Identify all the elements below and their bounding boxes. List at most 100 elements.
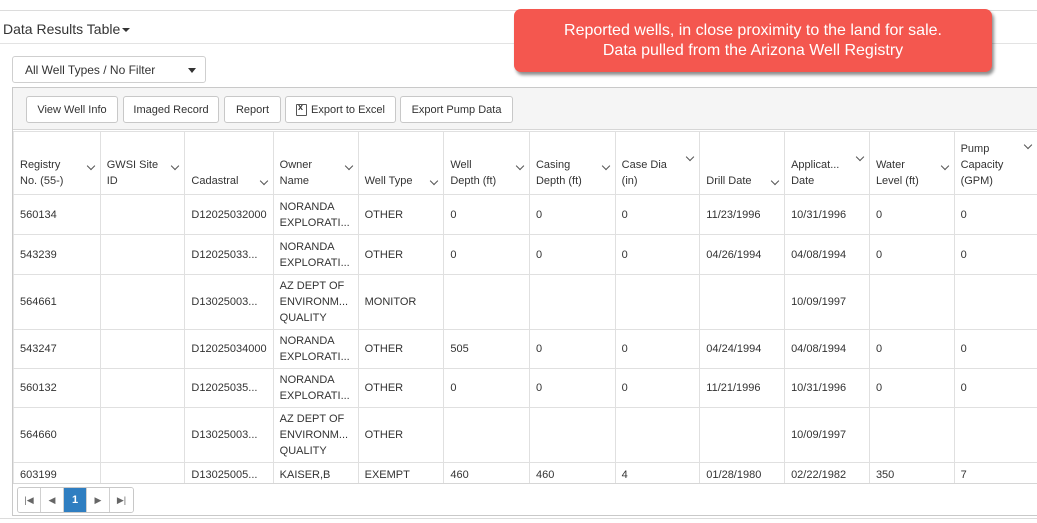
cell-well-type: MONITOR: [357, 274, 445, 330]
last-page-icon[interactable]: ▶|: [110, 488, 133, 512]
cell-well-type: OTHER: [357, 407, 445, 463]
col-header-cadastral[interactable]: Cadastral: [184, 131, 274, 195]
cell-registry: 560132: [13, 368, 101, 408]
pagination: |◀ ◀ 1 ▶ ▶|: [17, 487, 134, 513]
col-header-well-depth[interactable]: Well Depth (ft): [443, 131, 530, 195]
cell-owner-name: NORANDA EXPLORATI...: [272, 194, 359, 235]
header-text: Level (ft): [875, 175, 919, 187]
cell-well-type: OTHER: [357, 234, 445, 275]
well-type-filter-select[interactable]: All Well Types / No Filter: [12, 56, 206, 83]
next-page-icon[interactable]: ▶: [87, 488, 110, 512]
cell-drill-date: 11/23/1996: [699, 194, 786, 235]
export-pump-data-button[interactable]: Export Pump Data: [400, 96, 513, 123]
cell-case-dia: 0: [614, 368, 701, 408]
col-header-application-date[interactable]: Applicat... Date: [784, 131, 870, 195]
col-header-casing-depth[interactable]: Casing Depth (ft): [528, 131, 616, 195]
cell-gwsi-site-id: [99, 274, 186, 330]
export-to-excel-button[interactable]: Export to Excel: [285, 96, 396, 123]
callout-line-1: Reported wells, in close proximity to th…: [564, 21, 942, 39]
table-row[interactable]: 543247 D12025034000 NORANDA EXPLORATI... OTH…: [13, 329, 1037, 369]
col-header-gwsi-site-id[interactable]: GWSI Site ID: [99, 131, 186, 195]
callout-line-2: Data pulled from the Arizona Well Regist…: [602, 41, 904, 59]
cell-well-type: OTHER: [357, 194, 445, 235]
owner-name-line: AZ DEPT OF: [279, 413, 345, 425]
view-well-info-button[interactable]: View Well Info: [26, 96, 118, 123]
cell-casing-depth: 0: [528, 194, 616, 235]
cell-well-depth: 0: [443, 194, 530, 235]
cell-gwsi-site-id: [99, 329, 186, 369]
header-text: Water: [875, 159, 905, 171]
owner-name-line: NORANDA: [279, 335, 335, 347]
header-text: Pump: [960, 143, 990, 155]
page-number-current[interactable]: 1: [64, 488, 87, 512]
cell-casing-depth: [528, 274, 616, 330]
table-row[interactable]: 560132 D12025035... NORANDA EXPLORATI... OTH…: [13, 368, 1037, 408]
cell-water-level: [868, 274, 955, 330]
cell-pump-capacity: 0: [953, 329, 1037, 369]
cell-well-type: OTHER: [357, 329, 445, 369]
cell-drill-date: 04/24/1994: [699, 329, 786, 369]
cell-application-date: 10/09/1997: [784, 407, 870, 463]
col-header-pump-capacity[interactable]: Pump Capacity (GPM): [953, 131, 1037, 195]
cell-application-date: 04/08/1994: [784, 329, 870, 369]
col-header-water-level[interactable]: Water Level (ft): [868, 131, 955, 195]
cell-case-dia: 0: [614, 329, 701, 369]
cell-water-level: 0: [868, 194, 955, 235]
cell-pump-capacity: 0: [953, 368, 1037, 408]
cell-cadastral: D12025032000: [184, 194, 274, 235]
annotation-callout: Reported wells, in close proximity to th…: [514, 9, 992, 72]
header-text: Casing: [535, 159, 571, 171]
bottom-divider: [0, 518, 1037, 519]
col-header-case-dia[interactable]: Case Dia (in): [614, 131, 701, 195]
cell-registry: 543247: [13, 329, 101, 369]
owner-name-line: EXPLORATI...: [279, 351, 350, 363]
header-text: Owner: [279, 159, 313, 171]
table-header-row: Registry No. (55-) GWSI Site ID Cadastral …: [13, 131, 1037, 195]
cell-registry: 564660: [13, 407, 101, 463]
owner-name-line: ENVIRONM...: [279, 296, 349, 308]
cell-casing-depth: [528, 407, 616, 463]
first-page-icon[interactable]: |◀: [18, 488, 41, 512]
cell-casing-depth: 0: [528, 368, 616, 408]
cell-well-depth: 0: [443, 234, 530, 275]
col-header-registry[interactable]: Registry No. (55-): [13, 131, 101, 195]
table-row[interactable]: 543239 D12025033... NORANDA EXPLORATI... OTH…: [13, 234, 1037, 275]
report-button[interactable]: Report: [224, 96, 281, 123]
header-text: ID: [106, 175, 118, 187]
owner-name-line: NORANDA: [279, 374, 335, 386]
cell-cadastral: D13025003...: [184, 407, 274, 463]
col-header-well-type[interactable]: Well Type: [357, 131, 445, 195]
cell-drill-date: 04/26/1994: [699, 234, 786, 275]
panel-title-dropdown[interactable]: Data Results Table: [3, 21, 131, 37]
cell-drill-date: 11/21/1996: [699, 368, 786, 408]
cell-application-date: 10/09/1997: [784, 274, 870, 330]
previous-page-icon[interactable]: ◀: [41, 488, 64, 512]
imaged-record-button[interactable]: Imaged Record: [123, 96, 219, 123]
header-text: GWSI Site: [106, 159, 159, 171]
cell-well-depth: [443, 407, 530, 463]
cell-well-depth: 0: [443, 368, 530, 408]
table-row[interactable]: 560134 D12025032000 NORANDA EXPLORATI... OTH…: [13, 194, 1037, 235]
table-row[interactable]: 564661 D13025003... AZ DEPT OF ENVIRONM... Q…: [13, 274, 1037, 330]
header-text: Date: [791, 175, 815, 187]
col-header-drill-date[interactable]: Drill Date: [699, 131, 786, 195]
header-text: Cadastral: [191, 175, 239, 187]
header-text: Applicat...: [791, 159, 840, 171]
panel-title: Data Results Table: [3, 21, 121, 37]
cell-application-date: 10/31/1996: [784, 368, 870, 408]
cell-registry: 564661: [13, 274, 101, 330]
header-text: Capacity: [960, 159, 1004, 171]
table-row[interactable]: 564660 D13025003... AZ DEPT OF ENVIRONM... Q…: [13, 407, 1037, 463]
excel-icon: [296, 102, 307, 116]
cell-case-dia: 0: [614, 234, 701, 275]
col-header-owner-name[interactable]: Owner Name: [272, 131, 359, 195]
pager-bar: [13, 483, 1037, 515]
header-text: Registry: [20, 159, 61, 171]
owner-name-line: NORANDA: [279, 240, 335, 253]
cell-cadastral: D12025033...: [184, 234, 274, 275]
cell-owner-name: AZ DEPT OF ENVIRONM... QUALITY: [272, 407, 359, 463]
cell-pump-capacity: [953, 274, 1037, 330]
owner-name-line: EXPLORATI...: [279, 216, 350, 229]
owner-name-line: NORANDA: [279, 200, 335, 213]
header-text: (in): [621, 175, 638, 187]
